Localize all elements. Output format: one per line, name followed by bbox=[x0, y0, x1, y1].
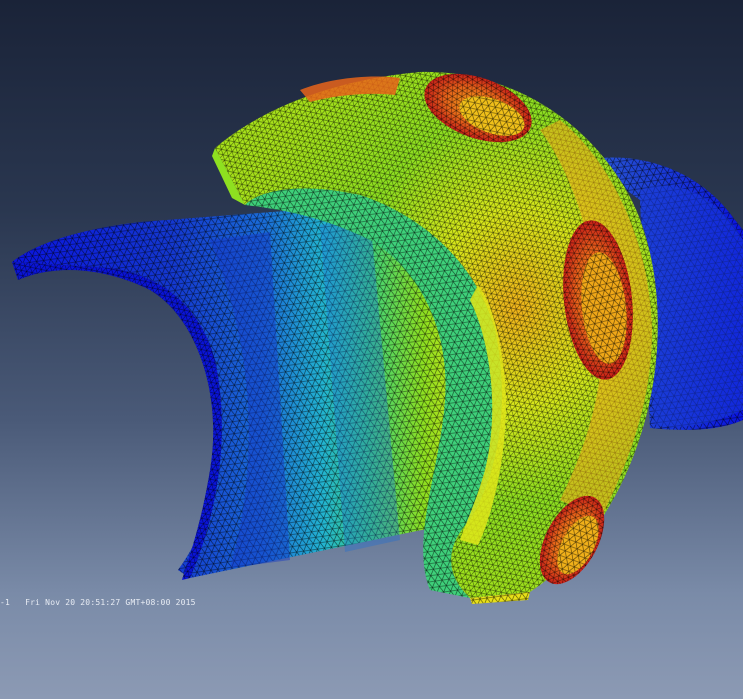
status-line: -1 Fri Nov 20 20:51:27 GMT+08:00 2015 bbox=[0, 598, 196, 607]
fe-model-render[interactable] bbox=[0, 0, 743, 699]
status-prefix: -1 bbox=[0, 598, 11, 607]
graphics-viewport[interactable]: -1 Fri Nov 20 20:51:27 GMT+08:00 2015 bbox=[0, 0, 743, 699]
timestamp-text: Fri Nov 20 20:51:27 GMT+08:00 2015 bbox=[25, 598, 196, 607]
